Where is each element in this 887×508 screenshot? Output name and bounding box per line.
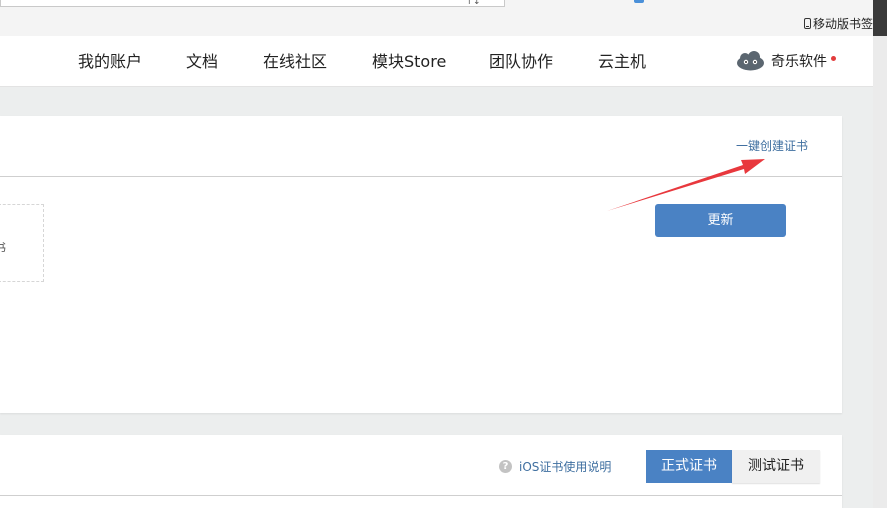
ios-cert-help-label: iOS证书使用说明	[519, 460, 612, 474]
user-menu[interactable]: 奇乐软件	[736, 36, 836, 86]
nav-item-module-store[interactable]: 模块Store	[372, 36, 446, 86]
certificate-upload-box[interactable]	[0, 204, 44, 282]
browser-toolbar: ↑↓ 移动版书签	[0, 0, 887, 36]
certificate-box-label: 书	[0, 241, 7, 255]
nav-item-docs[interactable]: 文档	[186, 36, 218, 86]
tab-test-certificate[interactable]: 测试证书	[732, 450, 820, 483]
update-button[interactable]: 更新	[655, 204, 786, 237]
toolbar-indicator	[634, 0, 644, 3]
certificate-panel: 一键创建证书 书 更新	[0, 116, 842, 413]
question-circle-icon: ?	[499, 460, 512, 473]
ios-cert-help-link[interactable]: ? iOS证书使用说明	[499, 458, 611, 475]
phone-icon	[804, 17, 811, 29]
cloud-robot-icon	[737, 51, 764, 71]
address-bar[interactable]	[0, 0, 444, 7]
site-nav: 我的账户 文档 在线社区 模块Store 团队协作 云主机 奇乐软件	[0, 36, 873, 87]
mobile-bookmarks-label: 移动版书签	[813, 16, 874, 31]
address-bar-button[interactable]: ↑↓	[442, 0, 505, 7]
nav-item-cloud-host[interactable]: 云主机	[598, 36, 646, 86]
nav-item-account[interactable]: 我的账户	[78, 36, 142, 86]
tab-formal-certificate[interactable]: 正式证书	[646, 450, 732, 483]
nav-item-team[interactable]: 团队协作	[489, 36, 553, 86]
one-click-create-cert-link[interactable]: 一键创建证书	[736, 137, 808, 154]
divider	[0, 495, 842, 496]
scrollbar-track[interactable]	[873, 36, 887, 508]
certificate-panel-header: 一键创建证书	[0, 116, 842, 177]
mobile-bookmarks-link[interactable]: 移动版书签	[804, 14, 873, 32]
user-name: 奇乐软件	[771, 54, 827, 70]
nav-item-community[interactable]: 在线社区	[263, 36, 327, 86]
notification-dot	[831, 56, 836, 61]
ios-certificate-panel: ? iOS证书使用说明 正式证书 测试证书	[0, 435, 842, 508]
